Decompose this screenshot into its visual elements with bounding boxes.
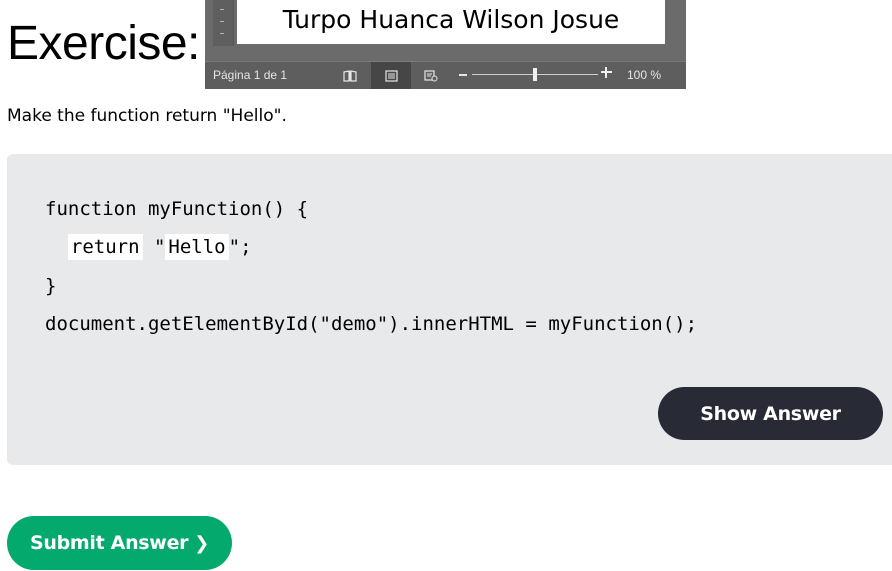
answer-input-hello[interactable]: Hello <box>165 234 229 260</box>
word-document-window: Turpo Huanca Wilson Josue Página 1 de 1 <box>205 0 686 89</box>
web-layout-icon <box>424 69 438 81</box>
document-page[interactable]: Turpo Huanca Wilson Josue <box>237 0 665 44</box>
zoom-out-button[interactable] <box>459 74 467 76</box>
code-line-3: } <box>45 275 57 297</box>
print-layout-button[interactable] <box>371 62 411 89</box>
status-bar: Página 1 de 1 100 % <box>205 61 686 89</box>
code-line-4: document.getElementById("demo").innerHTM… <box>45 313 698 335</box>
show-answer-button[interactable]: Show Answer <box>658 387 883 440</box>
page-count-label[interactable]: Página 1 de 1 <box>213 68 287 82</box>
code-line-1: function myFunction() { <box>45 198 309 220</box>
exercise-instruction: Make the function return "Hello". <box>7 106 287 126</box>
book-icon <box>343 69 357 82</box>
code-quote-open: " <box>142 236 166 258</box>
answer-input-return[interactable]: return <box>67 234 143 260</box>
exercise-heading: Exercise: <box>7 17 200 70</box>
code-quote-close: "; <box>228 236 252 258</box>
zoom-in-button[interactable] <box>601 67 612 78</box>
page-icon <box>384 69 398 82</box>
document-text: Turpo Huanca Wilson Josue <box>282 5 620 34</box>
code-panel: function myFunction() { return " Hello "; … <box>7 154 892 465</box>
zoom-level-label[interactable]: 100 % <box>627 68 661 82</box>
code-line-2: return " Hello "; <box>45 234 252 260</box>
read-mode-button[interactable] <box>330 62 370 89</box>
zoom-slider-thumb[interactable] <box>533 68 537 81</box>
submit-answer-label: Submit Answer <box>29 532 189 554</box>
vertical-ruler <box>213 0 234 46</box>
web-layout-button[interactable] <box>411 62 451 89</box>
submit-answer-button[interactable]: Submit Answer ❯ <box>7 516 232 570</box>
zoom-slider[interactable] <box>472 68 598 81</box>
chevron-right-icon: ❯ <box>194 532 210 554</box>
